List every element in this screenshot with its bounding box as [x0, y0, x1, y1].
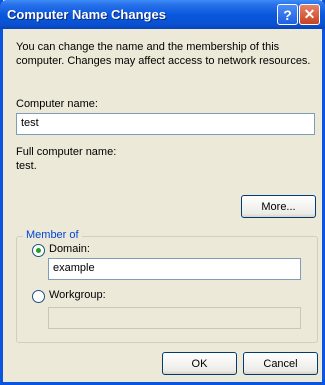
full-computer-name-value: test.	[16, 160, 37, 172]
window-title: Computer Name Changes	[7, 7, 166, 22]
computer-name-changes-dialog: Computer Name Changes ? ✕ You can change…	[0, 0, 325, 385]
title-bar[interactable]: Computer Name Changes ? ✕	[0, 0, 325, 29]
computer-name-label: Computer name:	[16, 98, 98, 110]
cancel-button[interactable]: Cancel	[243, 352, 318, 375]
close-icon: ✕	[303, 6, 316, 22]
ok-button[interactable]: OK	[162, 352, 237, 375]
member-of-label: Member of	[23, 229, 82, 241]
workgroup-radio[interactable]	[32, 290, 45, 303]
domain-input[interactable]: example	[48, 258, 301, 280]
help-button[interactable]: ?	[277, 4, 298, 25]
computer-name-input[interactable]: test	[16, 113, 315, 135]
domain-label: Domain:	[49, 243, 90, 255]
more-button[interactable]: More...	[241, 195, 316, 218]
workgroup-input[interactable]	[48, 307, 301, 329]
radio-selected-dot-icon	[36, 248, 41, 253]
full-computer-name-label: Full computer name:	[16, 146, 117, 158]
close-button[interactable]: ✕	[299, 4, 320, 25]
help-icon: ?	[283, 6, 292, 23]
workgroup-label: Workgroup:	[49, 289, 106, 301]
description-text: You can change the name and the membersh…	[16, 41, 311, 67]
domain-radio[interactable]	[32, 244, 45, 257]
